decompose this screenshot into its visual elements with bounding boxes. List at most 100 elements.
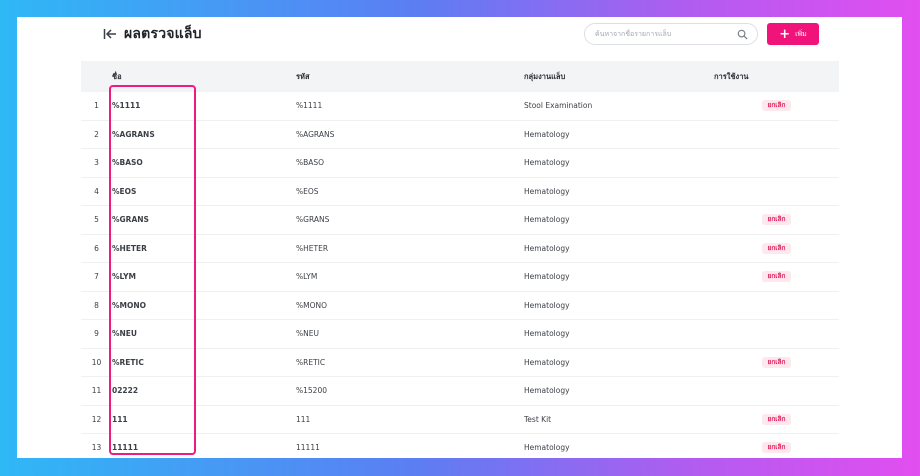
column-header-name[interactable]: ชื่อ <box>112 61 296 92</box>
row-index: 11 <box>81 376 112 406</box>
lab-item-code: %LYM <box>296 262 524 292</box>
lab-item-status: ยกเลิก <box>714 405 839 434</box>
lab-item-status: ยกเลิก <box>714 433 839 458</box>
lab-item-status <box>714 177 839 206</box>
column-header-status[interactable]: การใช้งาน <box>714 61 839 92</box>
lab-item-code: %HETER <box>296 234 524 263</box>
lab-item-group: Hematology <box>524 376 714 406</box>
lab-items-table: ชื่อ รหัส กลุ่มงานแล็บ การใช้งาน 1 %1111%… <box>81 61 839 458</box>
row-index: 3 <box>81 148 112 178</box>
lab-item-code: %NEU <box>296 319 524 349</box>
add-button-label: เพิ่ม <box>795 29 807 38</box>
table-row[interactable]: 11 02222 %15200 Hematology <box>81 376 839 406</box>
lab-results-panel: ผลตรวจแล็บ + เพิ่ม ชื่อ รหัส กลุ่มงานแล็… <box>17 17 902 458</box>
table-body: 1 %1111 %1111 Stool Examination ยกเลิก 2 %AGRA… <box>81 92 839 458</box>
lab-item-name-link[interactable]: %EOS <box>112 177 296 206</box>
table-row[interactable]: 3 %BASO %BASO Hematology <box>81 148 839 178</box>
lab-item-code: %15200 <box>296 376 524 406</box>
search-box[interactable] <box>584 23 758 45</box>
status-badge: ยกเลิก <box>761 413 792 425</box>
lab-item-group: Stool Examination <box>524 92 714 121</box>
lab-item-group: Hematology <box>524 148 714 178</box>
lab-item-name-link[interactable]: %NEU <box>112 319 296 349</box>
lab-item-status: ยกเลิก <box>714 92 839 121</box>
add-button[interactable]: + เพิ่ม <box>767 23 819 45</box>
status-badge: ยกเลิก <box>761 442 792 454</box>
row-index: 9 <box>81 319 112 349</box>
lab-item-group: Hematology <box>524 177 714 206</box>
lab-item-name-link[interactable]: %MONO <box>112 291 296 320</box>
lab-item-code: 111 <box>296 405 524 434</box>
row-index: 13 <box>81 433 112 458</box>
arrow-left-to-line-icon <box>103 29 116 39</box>
lab-item-group: Hematology <box>524 348 714 377</box>
row-index: 4 <box>81 177 112 206</box>
row-index: 8 <box>81 291 112 320</box>
row-index: 6 <box>81 234 112 263</box>
status-badge: ยกเลิก <box>761 214 792 226</box>
lab-item-group: Hematology <box>524 319 714 349</box>
search-input[interactable] <box>595 27 735 41</box>
lab-item-status: ยกเลิก <box>714 348 839 377</box>
lab-item-code: %1111 <box>296 92 524 121</box>
lab-item-code: %RETIC <box>296 348 524 377</box>
lab-item-name-link[interactable]: 02222 <box>112 376 296 406</box>
back-button[interactable] <box>101 25 119 43</box>
lab-item-status <box>714 148 839 178</box>
row-index: 7 <box>81 262 112 292</box>
table-row[interactable]: 7 %LYM %LYM Hematology ยกเลิก <box>81 262 839 292</box>
row-index: 10 <box>81 348 112 377</box>
table-row[interactable]: 5 %GRANS %GRANS Hematology ยกเลิก <box>81 205 839 235</box>
row-index: 5 <box>81 205 112 235</box>
table-header-row: ชื่อ รหัส กลุ่มงานแล็บ การใช้งาน <box>81 61 839 92</box>
table-row[interactable]: 6 %HETER %HETER Hematology ยกเลิก <box>81 234 839 263</box>
page-header: ผลตรวจแล็บ + เพิ่ม <box>17 17 902 57</box>
lab-item-code: %MONO <box>296 291 524 320</box>
lab-item-group: Hematology <box>524 433 714 458</box>
lab-item-name-link[interactable]: %HETER <box>112 234 296 263</box>
lab-item-group: Hematology <box>524 291 714 320</box>
lab-item-status: ยกเลิก <box>714 234 839 263</box>
status-badge: ยกเลิก <box>761 356 792 368</box>
lab-item-name-link[interactable]: %1111 <box>112 92 296 121</box>
status-badge: ยกเลิก <box>761 100 792 112</box>
lab-item-status <box>714 376 839 406</box>
lab-item-name-link[interactable]: 11111 <box>112 433 296 458</box>
status-badge: ยกเลิก <box>761 242 792 254</box>
lab-item-group: Hematology <box>524 120 714 149</box>
table-row[interactable]: 8 %MONO %MONO Hematology <box>81 291 839 320</box>
lab-item-name-link[interactable]: %RETIC <box>112 348 296 377</box>
table-row[interactable]: 4 %EOS %EOS Hematology <box>81 177 839 206</box>
lab-item-group: Hematology <box>524 262 714 292</box>
table-row[interactable]: 1 %1111 %1111 Stool Examination ยกเลิก <box>81 92 839 121</box>
lab-item-status <box>714 291 839 320</box>
table-row[interactable]: 13 11111 11111 Hematology ยกเลิก <box>81 433 839 458</box>
lab-item-status: ยกเลิก <box>714 205 839 235</box>
row-index: 2 <box>81 120 112 149</box>
lab-item-name-link[interactable]: %BASO <box>112 148 296 178</box>
table-row[interactable]: 12 111 111 Test Kit ยกเลิก <box>81 405 839 434</box>
lab-item-code: 11111 <box>296 433 524 458</box>
column-header-group[interactable]: กลุ่มงานแล็บ <box>524 61 714 92</box>
lab-item-group: Hematology <box>524 234 714 263</box>
table-row[interactable]: 9 %NEU %NEU Hematology <box>81 319 839 349</box>
lab-item-name-link[interactable]: %LYM <box>112 262 296 292</box>
column-header-index <box>81 61 112 92</box>
page-title: ผลตรวจแล็บ <box>124 26 202 42</box>
status-badge: ยกเลิก <box>761 271 792 283</box>
table-row[interactable]: 10 %RETIC %RETIC Hematology ยกเลิก <box>81 348 839 377</box>
search-icon[interactable] <box>737 29 748 40</box>
lab-item-code: %BASO <box>296 148 524 178</box>
lab-item-group: Hematology <box>524 205 714 235</box>
plus-icon: + <box>779 26 791 42</box>
lab-item-code: %EOS <box>296 177 524 206</box>
lab-item-code: %AGRANS <box>296 120 524 149</box>
column-header-code[interactable]: รหัส <box>296 61 524 92</box>
table-row[interactable]: 2 %AGRANS %AGRANS Hematology <box>81 120 839 149</box>
lab-item-name-link[interactable]: %AGRANS <box>112 120 296 149</box>
row-index: 1 <box>81 92 112 121</box>
lab-item-name-link[interactable]: %GRANS <box>112 205 296 235</box>
row-index: 12 <box>81 405 112 434</box>
lab-item-name-link[interactable]: 111 <box>112 405 296 434</box>
lab-item-group: Test Kit <box>524 405 714 434</box>
